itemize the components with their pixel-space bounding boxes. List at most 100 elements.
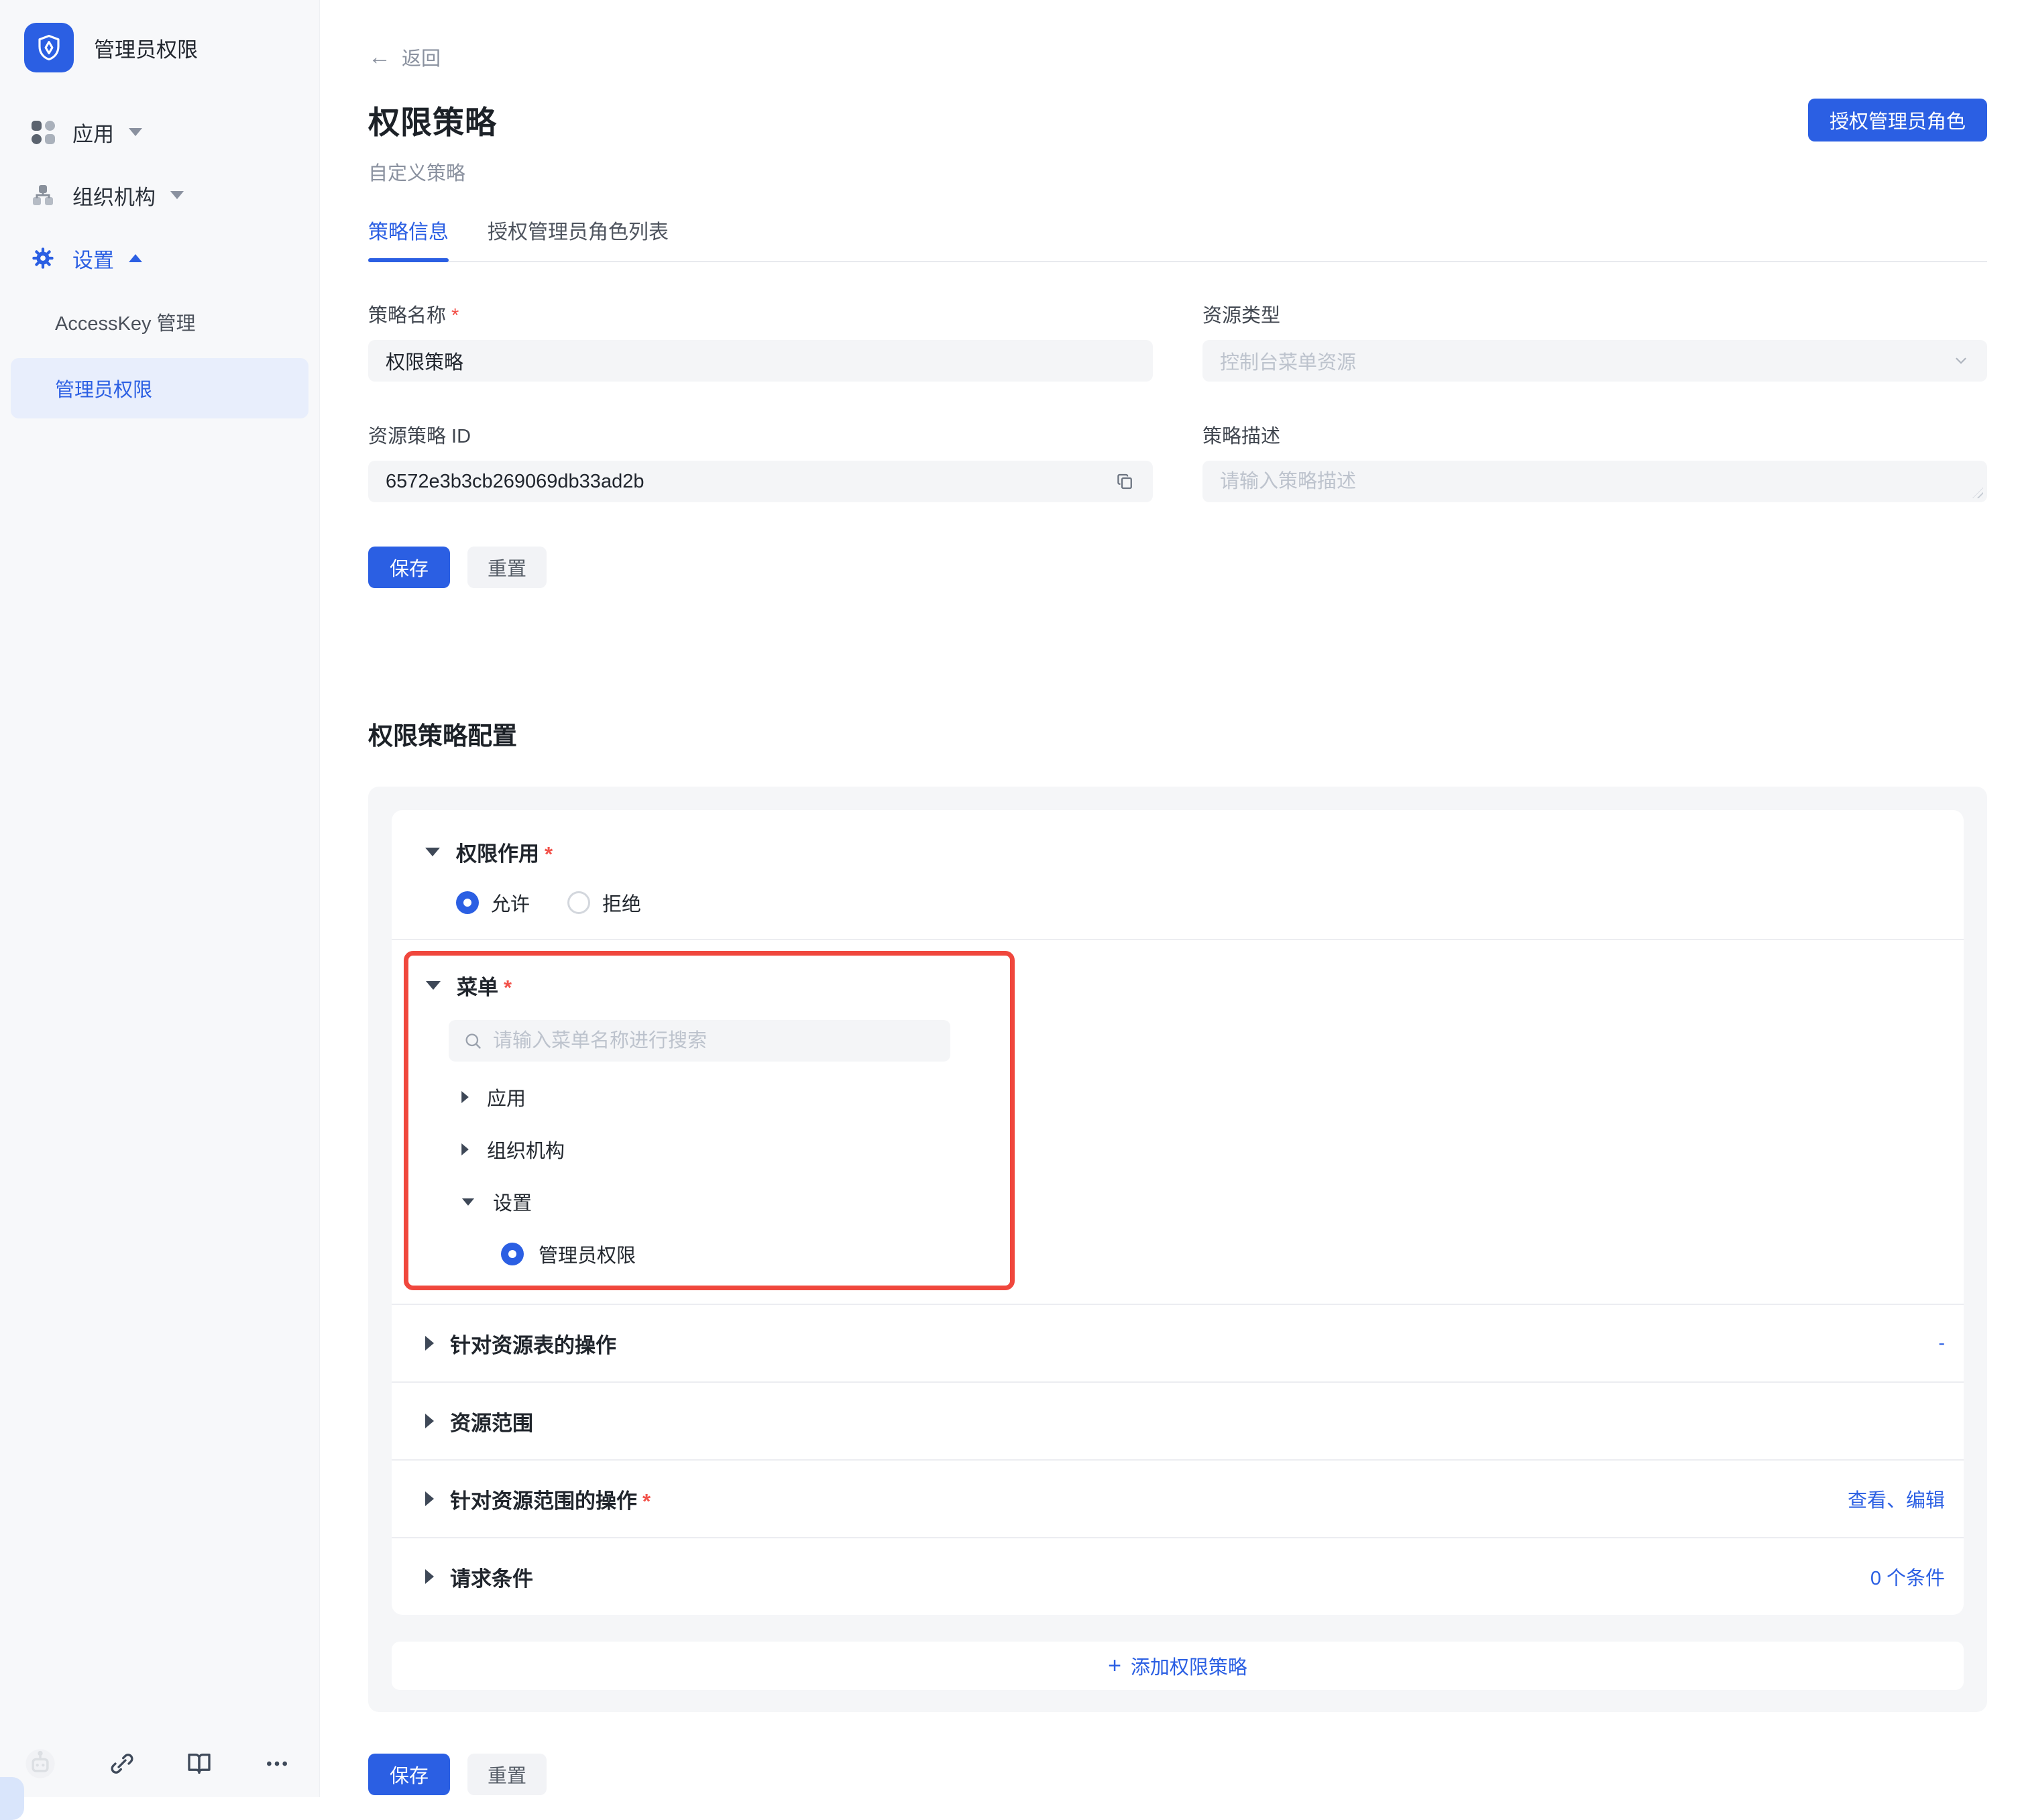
tab-policy-info[interactable]: 策略信息 (368, 215, 449, 261)
copy-icon[interactable] (1115, 471, 1135, 492)
menu-section-highlight: 菜单* 应用 (404, 951, 1015, 1290)
caret-right-icon (461, 1091, 469, 1103)
gear-icon (28, 246, 58, 270)
robot-icon (23, 1746, 58, 1781)
policy-name-input[interactable] (386, 350, 1135, 372)
tab-authorized-roles[interactable]: 授权管理员角色列表 (488, 215, 669, 261)
caret-right-icon (425, 1336, 434, 1351)
section-title: 菜单* (457, 970, 512, 1001)
resource-type-label: 资源类型 (1202, 300, 1987, 328)
required-mark: * (504, 976, 512, 999)
chevron-down-icon (170, 191, 184, 199)
caret-down-icon (425, 848, 440, 856)
policy-form: 策略名称* 资源类型 控制台菜单资源 资源策略 ID (368, 300, 1987, 502)
tree-node-label: 组织机构 (487, 1135, 565, 1163)
plus-icon: + (1108, 1654, 1121, 1677)
tree-node-org[interactable]: 组织机构 (408, 1123, 1010, 1176)
book-icon[interactable] (186, 1750, 213, 1777)
policy-desc-label: 策略描述 (1202, 420, 1987, 449)
more-icon[interactable] (264, 1750, 290, 1777)
section-resource-scope[interactable]: 资源范围 (392, 1383, 1964, 1459)
sidebar-item-apps[interactable]: 应用 (0, 111, 319, 153)
reset-button-bottom[interactable]: 重置 (467, 1754, 547, 1795)
tree-node-admin-permission[interactable]: 管理员权限 (408, 1228, 1010, 1280)
radio-label: 允许 (491, 889, 530, 917)
save-button-bottom[interactable]: 保存 (368, 1754, 450, 1795)
section-title: 权限作用* (456, 837, 553, 867)
add-policy-button[interactable]: + 添加权限策略 (392, 1642, 1964, 1690)
resize-grip-icon[interactable] (1972, 488, 1983, 498)
authorize-admin-role-button[interactable]: 授权管理员角色 (1808, 99, 1987, 141)
reset-button[interactable]: 重置 (467, 547, 547, 588)
popup-corner-shape (0, 1777, 24, 1820)
sidebar: 管理员权限 应用 组织机构 (0, 0, 320, 1797)
caret-right-icon (461, 1143, 469, 1155)
policy-name-label: 策略名称* (368, 300, 1153, 328)
section-effect-header[interactable]: 权限作用* (392, 838, 1964, 865)
menu-search-box (449, 1020, 950, 1062)
required-mark: * (451, 305, 459, 327)
section-title: 针对资源范围的操作* (450, 1484, 651, 1514)
sidebar-bottom-bar (0, 1746, 320, 1781)
caret-right-icon (425, 1569, 434, 1584)
tree-node-label: 应用 (487, 1083, 526, 1111)
tree-node-settings[interactable]: 设置 (408, 1176, 1010, 1228)
radio-checked-icon (456, 891, 479, 914)
section-right-value: - (1938, 1332, 1945, 1355)
sidebar-item-admin-permission[interactable]: 管理员权限 (11, 358, 308, 418)
sidebar-subitem-label: AccessKey 管理 (55, 308, 196, 336)
back-link[interactable]: ← 返回 (368, 43, 441, 71)
tree-node-label: 管理员权限 (539, 1240, 636, 1268)
policy-desc-textarea[interactable] (1220, 471, 1970, 493)
save-button[interactable]: 保存 (368, 547, 450, 588)
section-request-conditions[interactable]: 请求条件 0 个条件 (392, 1538, 1964, 1615)
radio-unchecked-icon (567, 891, 590, 914)
view-edit-links[interactable]: 查看、编辑 (1848, 1485, 1945, 1513)
link-icon[interactable] (109, 1750, 135, 1777)
menu-tree: 应用 组织机构 设置 管理员权限 (408, 1071, 1010, 1280)
main-content: ← 返回 权限策略 授权管理员角色 自定义策略 策略信息 授权管理员角色列表 策… (320, 0, 2020, 1797)
sidebar-item-org[interactable]: 组织机构 (0, 174, 319, 216)
page-title: 权限策略 (368, 97, 497, 143)
section-title: 资源范围 (450, 1406, 533, 1436)
effect-options: 允许 拒绝 (456, 889, 1964, 916)
app-title: 管理员权限 (94, 33, 198, 63)
chevron-up-icon (129, 254, 142, 262)
policy-config-panel: 权限作用* 允许 拒绝 菜单* (368, 787, 1987, 1712)
menu-search-input[interactable] (493, 1030, 936, 1052)
resource-type-select[interactable]: 控制台菜单资源 (1202, 340, 1987, 382)
section-title: 请求条件 (450, 1562, 533, 1592)
page-subtitle: 自定义策略 (368, 158, 1987, 186)
back-arrow-icon: ← (368, 46, 391, 68)
radio-allow[interactable]: 允许 (456, 889, 530, 917)
radio-checked-icon (501, 1243, 524, 1265)
section-resource-table-ops[interactable]: 针对资源表的操作 - (392, 1305, 1964, 1381)
divider (392, 939, 1964, 940)
conditions-count[interactable]: 0 个条件 (1870, 1562, 1945, 1591)
chevron-down-icon (1952, 352, 1970, 369)
apps-icon (28, 121, 58, 144)
caret-right-icon (425, 1414, 434, 1428)
tree-node-apps[interactable]: 应用 (408, 1071, 1010, 1123)
sidebar-item-settings[interactable]: 设置 (0, 237, 319, 279)
sidebar-item-accesskey[interactable]: AccessKey 管理 (11, 300, 308, 343)
radio-deny[interactable]: 拒绝 (567, 889, 641, 917)
caret-down-icon (462, 1198, 474, 1206)
search-icon (463, 1031, 482, 1050)
policy-id-label: 资源策略 ID (368, 420, 1153, 449)
sidebar-item-label: 设置 (72, 243, 114, 274)
caret-right-icon (425, 1491, 434, 1506)
sidebar-item-label: 组织机构 (72, 180, 156, 211)
sidebar-nav: 应用 组织机构 (0, 111, 319, 418)
section-scope-ops[interactable]: 针对资源范围的操作* 查看、编辑 (392, 1461, 1964, 1537)
shield-logo-icon (24, 23, 74, 72)
section-menu-header[interactable]: 菜单* (408, 972, 1010, 999)
app-logo-row: 管理员权限 (0, 0, 319, 72)
tab-bar: 策略信息 授权管理员角色列表 (368, 215, 1987, 262)
required-mark: * (545, 842, 553, 866)
sidebar-subitem-label: 管理员权限 (55, 374, 152, 402)
policy-id-input[interactable] (386, 471, 1115, 493)
radio-label: 拒绝 (602, 889, 641, 917)
back-label: 返回 (402, 43, 441, 71)
org-tree-icon (28, 183, 58, 207)
